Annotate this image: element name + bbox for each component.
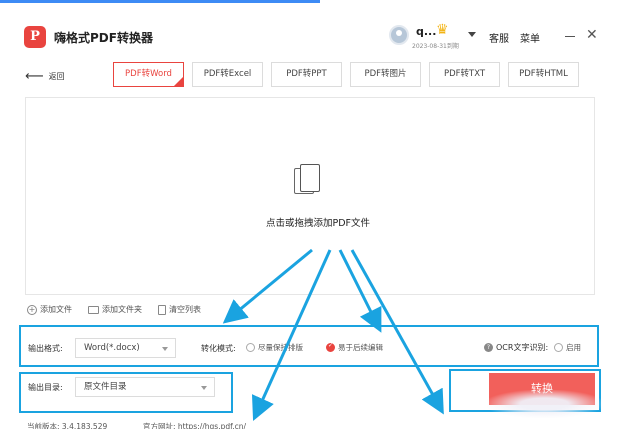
file-drop-zone[interactable] bbox=[25, 97, 595, 295]
mode-easy-edit-label: 易于后续编辑 bbox=[338, 343, 383, 352]
tab-pdf-to-ppt[interactable]: PDF转PPT bbox=[271, 62, 342, 87]
tab-pdf-to-txt[interactable]: PDF转TXT bbox=[429, 62, 500, 87]
user-name[interactable]: q... bbox=[416, 25, 436, 38]
tab-pdf-to-word[interactable]: PDF转Word bbox=[113, 62, 184, 87]
ocr-enable-radio[interactable]: 启用 bbox=[554, 342, 581, 353]
close-icon[interactable]: ✕ bbox=[586, 27, 598, 43]
chevron-down-icon bbox=[162, 347, 168, 351]
help-icon[interactable]: ? bbox=[484, 343, 493, 352]
back-arrow-icon: ⟵ bbox=[25, 68, 44, 84]
clear-list-button[interactable]: 清空列表 bbox=[158, 304, 201, 315]
output-dir-select[interactable]: 原文件目录 bbox=[75, 377, 215, 397]
back-label: 返回 bbox=[48, 71, 65, 81]
add-folder-button[interactable]: 添加文件夹 bbox=[88, 304, 142, 315]
output-format-select[interactable]: Word(*.docx) bbox=[75, 338, 176, 358]
minimize-icon[interactable] bbox=[565, 36, 575, 37]
ocr-label-group: ? OCR文字识别: bbox=[484, 342, 548, 353]
user-dropdown-icon[interactable] bbox=[468, 32, 476, 37]
output-format-label: 输出格式: bbox=[28, 344, 63, 353]
tab-pdf-to-image[interactable]: PDF转图片 bbox=[350, 62, 421, 87]
ocr-label: OCR文字识别: bbox=[496, 343, 549, 352]
output-dir-value: 原文件目录 bbox=[84, 382, 127, 392]
convert-button[interactable]: 转换 bbox=[489, 373, 595, 405]
chevron-down-icon bbox=[201, 386, 207, 390]
user-avatar[interactable] bbox=[389, 25, 409, 45]
drop-zone-hint: 点击或拖拽添加PDF文件 bbox=[265, 218, 370, 229]
top-progress-line bbox=[0, 0, 320, 3]
app-logo-icon: P bbox=[24, 26, 46, 48]
conversion-tabs: PDF转Word PDF转Excel PDF转PPT PDF转图片 PDF转TX… bbox=[113, 62, 579, 87]
radio-off-icon bbox=[246, 343, 255, 352]
mode-keep-layout-radio[interactable]: 尽量保持排版 bbox=[246, 342, 303, 353]
title-bar: P 嗨格式PDF转换器 q... ♛ 2023-08-31到期 客服 菜单 ✕ bbox=[0, 14, 636, 58]
vip-expiry-date: 2023-08-31到期 bbox=[412, 43, 459, 50]
add-file-button[interactable]: + 添加文件 bbox=[27, 304, 72, 315]
menu-button[interactable]: 菜单 bbox=[520, 30, 540, 45]
back-button[interactable]: ⟵ 返回 bbox=[25, 68, 65, 84]
website-link[interactable]: 官方网址: https://hgs.pdf.cn/ bbox=[143, 421, 246, 429]
radio-off-icon bbox=[554, 343, 563, 352]
vip-crown-icon: ♛ bbox=[436, 22, 449, 38]
conversion-mode-label: 转化模式: bbox=[201, 344, 236, 353]
trash-icon bbox=[158, 304, 166, 315]
output-dir-label: 输出目录: bbox=[28, 383, 63, 392]
customer-service-button[interactable]: 客服 bbox=[489, 30, 509, 45]
add-file-label: 添加文件 bbox=[40, 305, 72, 314]
folder-icon bbox=[88, 305, 99, 314]
version-text: 当前版本: 3.4.183.529 bbox=[27, 422, 108, 429]
mode-easy-edit-radio[interactable]: 易于后续编辑 bbox=[326, 342, 383, 353]
file-actions: + 添加文件 添加文件夹 清空列表 bbox=[27, 304, 201, 315]
output-format-value: Word(*.docx) bbox=[84, 343, 140, 353]
file-copy-icon bbox=[294, 164, 320, 196]
clear-list-label: 清空列表 bbox=[169, 305, 201, 314]
tab-pdf-to-html[interactable]: PDF转HTML bbox=[508, 62, 579, 87]
app-title: 嗨格式PDF转换器 bbox=[54, 31, 153, 45]
tab-pdf-to-excel[interactable]: PDF转Excel bbox=[192, 62, 263, 87]
radio-checked-icon bbox=[326, 342, 335, 352]
mode-keep-layout-label: 尽量保持排版 bbox=[258, 343, 303, 352]
plus-circle-icon: + bbox=[27, 304, 37, 315]
add-folder-label: 添加文件夹 bbox=[102, 305, 142, 314]
ocr-enable-label: 启用 bbox=[566, 343, 581, 352]
